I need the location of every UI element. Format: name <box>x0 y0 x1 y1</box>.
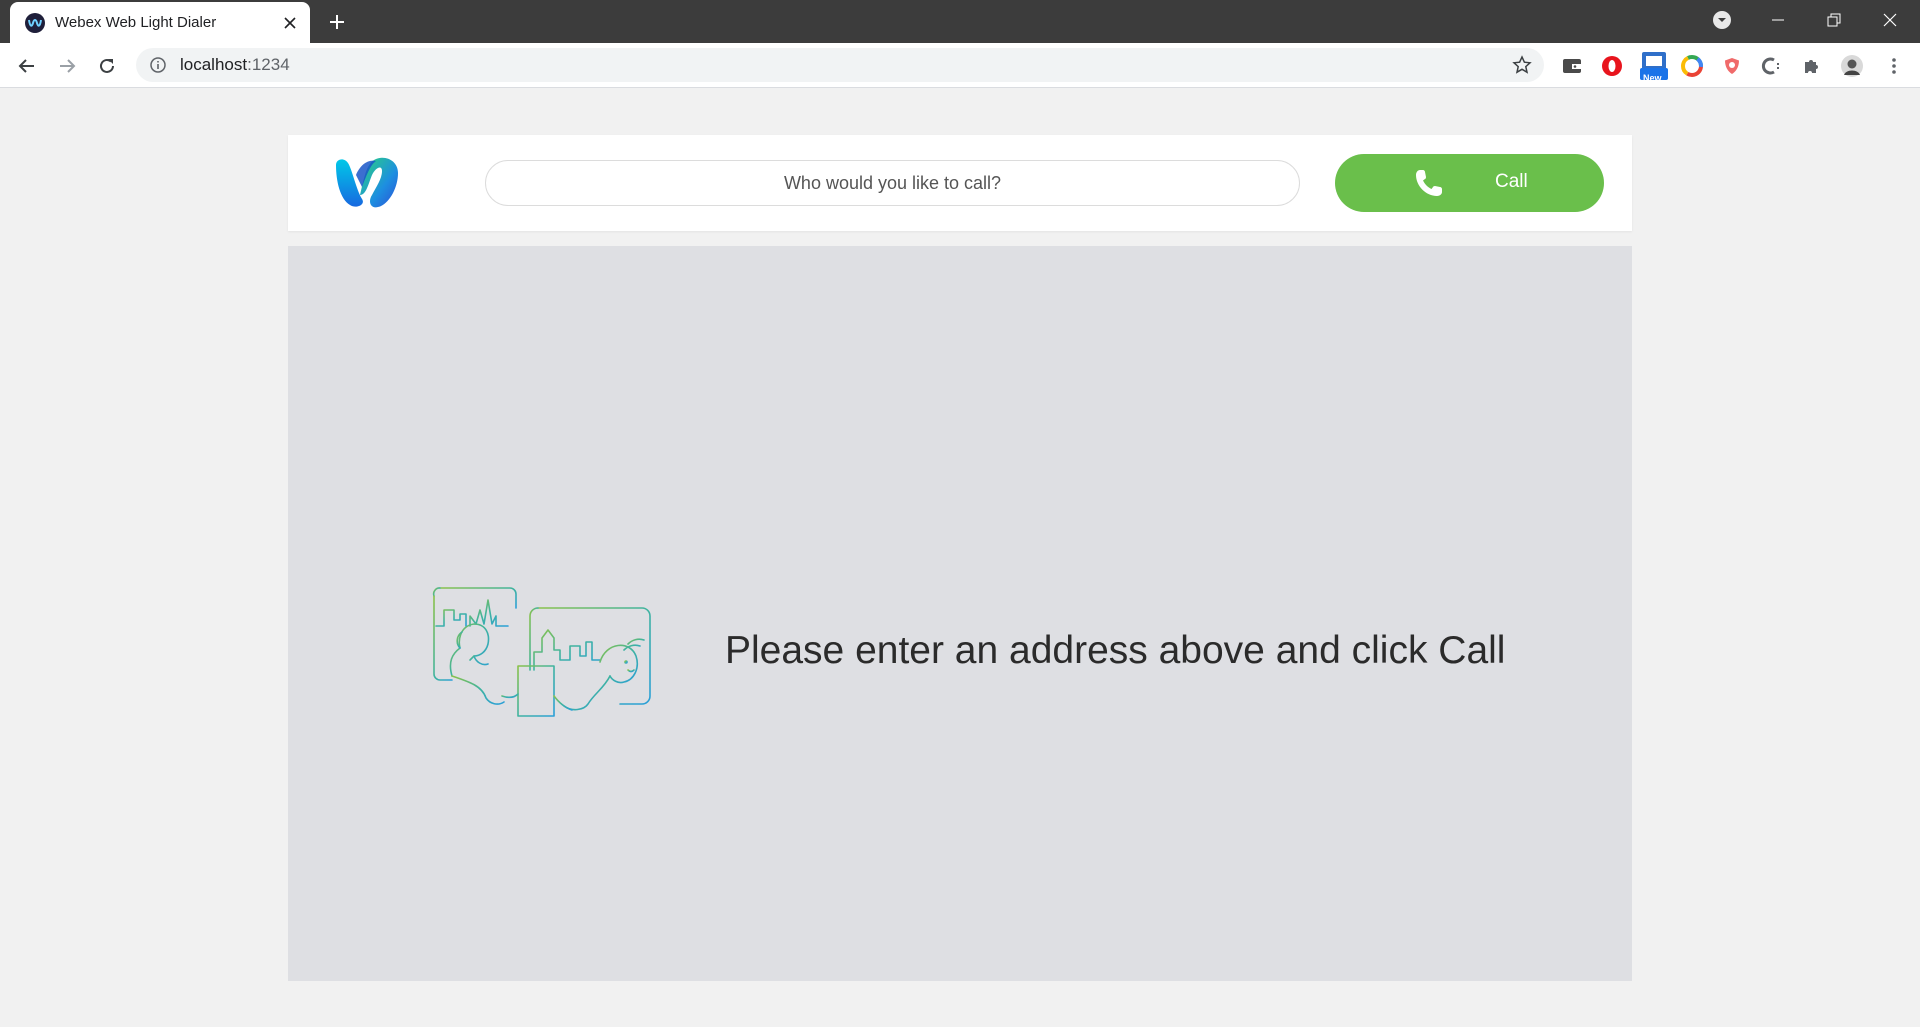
call-button-label: Call <box>1495 171 1528 192</box>
site-info-icon[interactable] <box>148 55 168 75</box>
shield-icon[interactable] <box>1719 53 1745 79</box>
call-button[interactable]: Call <box>1335 154 1604 212</box>
new-tab-icon[interactable] <box>322 9 352 35</box>
close-tab-icon[interactable] <box>278 11 302 35</box>
empty-state-message: Please enter an address above and click … <box>725 629 1506 672</box>
minimize-icon[interactable] <box>1750 0 1806 40</box>
profile-avatar[interactable] <box>1839 53 1865 79</box>
url-text: localhost:1234 <box>180 55 290 75</box>
address-bar[interactable]: localhost:1234 <box>136 48 1544 82</box>
browser-tab-bar: Webex Web Light Dialer <box>0 0 1920 43</box>
call-address-input[interactable] <box>485 160 1300 206</box>
browser-tab[interactable]: Webex Web Light Dialer <box>10 2 310 43</box>
close-window-icon[interactable] <box>1862 0 1918 40</box>
menu-kebab-icon[interactable] <box>1881 53 1907 79</box>
video-call-illustration <box>430 586 654 718</box>
tab-title: Webex Web Light Dialer <box>55 14 217 31</box>
new-badge-label: New <box>1643 73 1662 83</box>
c-icon[interactable] <box>1759 53 1785 79</box>
bookmark-star-icon[interactable] <box>1512 55 1532 75</box>
back-icon[interactable] <box>10 49 44 83</box>
forward-icon[interactable] <box>50 49 84 83</box>
chrome-circle-icon[interactable] <box>1679 53 1705 79</box>
new-badge-icon[interactable]: New <box>1638 52 1670 83</box>
reload-icon[interactable] <box>90 49 124 83</box>
webex-logo <box>332 155 402 209</box>
puzzle-icon[interactable] <box>1799 53 1825 79</box>
restore-icon[interactable] <box>1806 0 1862 40</box>
phone-icon <box>1414 168 1444 198</box>
call-area-panel: Please enter an address above and click … <box>288 246 1632 981</box>
url-host: localhost <box>180 55 248 74</box>
webex-favicon-icon <box>25 12 45 33</box>
url-port: :1234 <box>247 55 290 74</box>
browser-toolbar: localhost:1234 New <box>0 43 1920 88</box>
tab-search-icon[interactable] <box>1694 0 1750 40</box>
wallet-icon[interactable] <box>1559 53 1585 79</box>
dialer-header: Call <box>288 135 1632 231</box>
opera-icon[interactable] <box>1599 53 1625 79</box>
